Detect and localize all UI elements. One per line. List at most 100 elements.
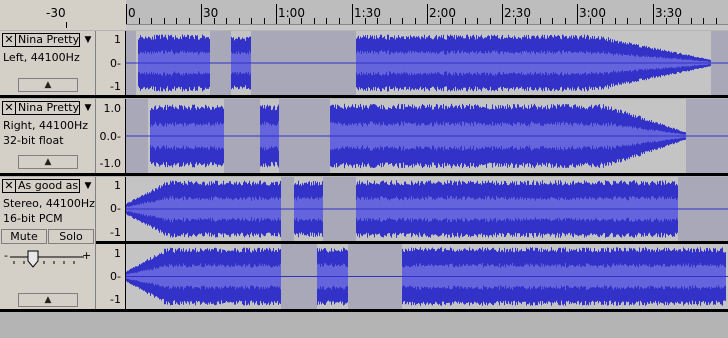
ruler-major-tick [502, 4, 503, 24]
scale-bottom: -1 [110, 293, 121, 306]
scale-top: 1 [114, 33, 121, 46]
ruler-minor-tick [377, 18, 378, 24]
ruler-major-tick [276, 4, 277, 24]
track-separator [0, 173, 728, 176]
ruler-minor-tick [188, 18, 190, 24]
vertical-ruler[interactable]: 1.0 0.0- -1.0 [96, 99, 126, 173]
track-name-button[interactable]: Nina Pretty [16, 101, 80, 115]
ruler-minor-tick [627, 18, 628, 24]
ruler-timeline[interactable]: 0301:001:302:002:303:003:304:0 [126, 0, 728, 30]
ruler-minor-tick [338, 18, 340, 24]
track-info-line: Stereo, 44100Hz [3, 197, 95, 210]
ruler-minor-tick [238, 18, 240, 24]
scale-bottom: -1 [110, 80, 121, 93]
vertical-ruler[interactable]: 1 0- -1 [96, 31, 126, 95]
ruler-minor-tick [251, 18, 252, 24]
track-info-line: 32-bit float [3, 134, 64, 147]
ruler-minor-tick [690, 18, 692, 24]
track-info-line: Left, 44100Hz [3, 51, 80, 64]
close-icon[interactable]: ✕ [2, 101, 16, 115]
ruler-minor-tick [514, 18, 516, 24]
ruler-minor-tick [539, 18, 541, 24]
track-name-button[interactable]: As good as [16, 179, 80, 193]
ruler-minor-tick [213, 18, 215, 24]
ruler-major-tick [126, 4, 127, 24]
track-name-button[interactable]: Nina Pretty [16, 33, 80, 47]
ruler-minor-tick [464, 18, 466, 24]
waveform-display[interactable] [126, 31, 728, 95]
ruler-minor-tick [703, 18, 704, 24]
ruler-minor-tick [439, 18, 441, 24]
scale-mid: 0- [110, 57, 121, 70]
ruler-minor-tick [602, 18, 603, 24]
vertical-ruler[interactable]: 1 0- -1 [96, 177, 126, 241]
solo-button[interactable]: Solo [48, 229, 94, 244]
scale-mid: 0.0- [99, 130, 121, 143]
scale-top: 1.0 [103, 102, 122, 115]
ruler-minor-tick [552, 18, 553, 24]
ruler-minor-tick [138, 18, 140, 24]
ruler-minor-tick [288, 18, 290, 24]
scale-top: 1 [114, 247, 121, 260]
waveform-display[interactable] [126, 99, 728, 173]
track-separator [0, 95, 728, 98]
track-info-line: 16-bit PCM [3, 212, 63, 225]
ruler-minor-tick [489, 18, 491, 24]
ruler-minor-tick [176, 18, 177, 24]
ruler-minor-tick [301, 18, 302, 24]
track-3-right: 1 0- -1 [96, 244, 728, 309]
ruler-minor-tick [527, 18, 528, 24]
dropdown-arrow-icon[interactable]: ▼ [80, 179, 96, 193]
timeline-ruler[interactable]: -30 0301:001:302:002:303:003:304:0 [0, 0, 728, 30]
ruler-minor-tick [414, 18, 416, 24]
ruler-left-area: -30 [0, 0, 126, 30]
ruler-tick [66, 22, 67, 28]
ruler-minor-tick [389, 18, 391, 24]
ruler-minor-tick [326, 18, 327, 24]
ruler-minor-tick [226, 18, 227, 24]
ruler-major-tick [427, 4, 428, 24]
collapse-arrow-icon[interactable]: ▲ [18, 78, 78, 92]
ruler-major-tick [577, 4, 578, 24]
close-icon[interactable]: ✕ [2, 179, 16, 193]
scale-bottom: -1.0 [99, 157, 121, 170]
ruler-minor-tick [614, 18, 616, 24]
track-info-line: Right, 44100Hz [3, 119, 88, 132]
ruler-minor-tick [263, 18, 265, 24]
track-2: ✕ Nina Pretty ▼ Right, 44100Hz 32-bit fl… [0, 99, 728, 173]
collapse-arrow-icon[interactable]: ▲ [18, 155, 78, 169]
svg-text:-: - [4, 249, 8, 262]
svg-text:+: + [82, 249, 91, 262]
vertical-ruler[interactable]: 1 0- -1 [96, 244, 126, 309]
ruler-major-tick [653, 4, 654, 24]
ruler-minor-tick [313, 18, 315, 24]
ruler-time-label: 0 [128, 6, 136, 20]
scale-mid: 0- [110, 270, 121, 283]
ruler-major-tick [201, 4, 202, 24]
ruler-minor-tick [452, 18, 453, 24]
dropdown-arrow-icon[interactable]: ▼ [80, 101, 96, 115]
track-panel[interactable]: ✕ As good as ▼ Stereo, 44100Hz 16-bit PC… [0, 177, 96, 309]
track-panel[interactable]: ✕ Nina Pretty ▼ Left, 44100Hz ▲ [0, 31, 96, 95]
ruler-minor-tick [665, 18, 667, 24]
waveform-display[interactable] [126, 244, 728, 309]
scale-top: 1 [114, 179, 121, 192]
track-panel[interactable]: ✕ Nina Pretty ▼ Right, 44100Hz 32-bit fl… [0, 99, 96, 173]
ruler-minor-tick [151, 18, 152, 24]
waveform-display[interactable] [126, 177, 728, 241]
close-icon[interactable]: ✕ [2, 33, 16, 47]
collapse-arrow-icon[interactable]: ▲ [18, 293, 78, 307]
ruler-minor-tick [477, 18, 478, 24]
ruler-minor-tick [589, 18, 591, 24]
mute-button[interactable]: Mute [1, 229, 47, 244]
ruler-minor-tick [678, 18, 679, 24]
ruler-label-negative: -30 [46, 6, 66, 20]
dropdown-arrow-icon[interactable]: ▼ [80, 33, 96, 47]
ruler-minor-tick [163, 18, 165, 24]
ruler-minor-tick [639, 18, 641, 24]
track-1: ✕ Nina Pretty ▼ Left, 44100Hz ▲ 1 0- -1 [0, 31, 728, 95]
scale-bottom: -1 [110, 226, 121, 239]
ruler-minor-tick [364, 18, 366, 24]
gain-slider[interactable]: - + [4, 249, 92, 273]
ruler-minor-tick [715, 18, 717, 24]
